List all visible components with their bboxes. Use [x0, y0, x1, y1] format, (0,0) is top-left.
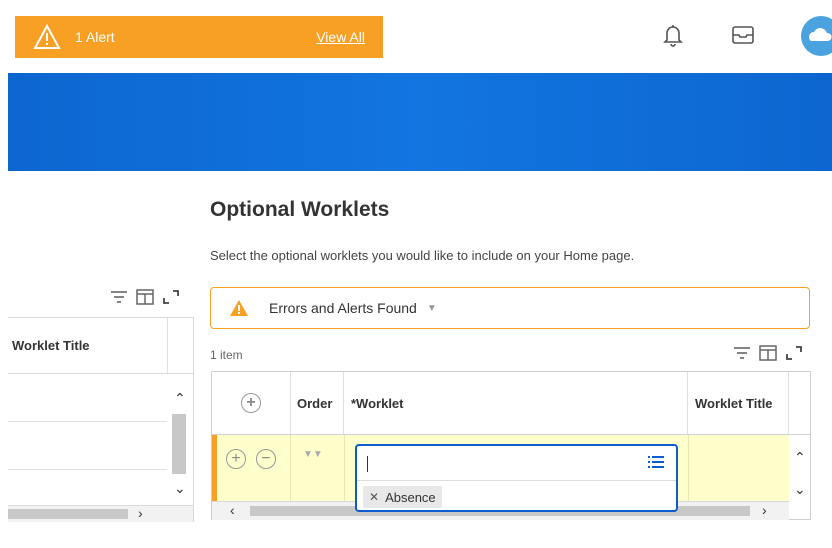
left-table-toolbar	[110, 289, 180, 305]
list-prompt-icon[interactable]	[648, 455, 664, 469]
expand-icon[interactable]	[785, 345, 803, 361]
scroll-up-icon[interactable]: ⌃	[174, 390, 186, 407]
grid-header: + Order *Worklet Worklet Title	[212, 372, 810, 435]
scroll-down-icon[interactable]: ⌄	[794, 481, 806, 498]
worklet-title-cell	[689, 435, 789, 501]
text-cursor	[367, 456, 368, 472]
scroll-thumb[interactable]	[172, 414, 186, 474]
page-title: Optional Worklets	[210, 198, 390, 221]
scroll-up-icon[interactable]: ⌃	[794, 449, 806, 466]
order-header: Order	[291, 372, 344, 434]
remove-row-icon[interactable]: −	[256, 449, 276, 469]
columns-icon[interactable]	[759, 345, 777, 361]
filter-icon[interactable]	[110, 289, 128, 305]
cloud-icon	[809, 28, 832, 41]
worklet-title-column-label: Worklet Title	[695, 395, 773, 411]
left-worklet-table: Worklet Title ⌃ ⌄ ›	[8, 317, 194, 522]
expand-icon[interactable]	[162, 289, 180, 305]
grid-vertical-scrollbar[interactable]: ⌃ ⌄	[790, 435, 810, 519]
remove-chip-icon[interactable]: ✕	[369, 490, 379, 504]
worklet-column-label: *Worklet	[351, 395, 404, 411]
scroll-thumb[interactable]	[8, 509, 128, 519]
selected-worklet-chip: ✕ Absence	[363, 486, 442, 508]
errors-label: Errors and Alerts Found	[269, 300, 417, 316]
order-column-label: Order	[297, 395, 333, 411]
cloud-avatar-icon[interactable]	[801, 16, 832, 56]
chip-label: Absence	[385, 489, 436, 505]
chevron-down-icon: ▼	[426, 302, 437, 314]
items-count: 1 item	[210, 348, 243, 362]
table-row[interactable]	[8, 374, 167, 422]
view-all-link[interactable]: View All	[316, 29, 365, 45]
columns-icon[interactable]	[136, 289, 154, 305]
order-cell: ▼▼	[291, 435, 345, 501]
filter-icon[interactable]	[733, 345, 751, 361]
scroll-right-icon[interactable]: ›	[138, 505, 143, 521]
left-header-cell: Worklet Title	[8, 318, 168, 373]
add-row-icon[interactable]: +	[241, 393, 261, 413]
worklet-title-header: Worklet Title	[12, 338, 90, 353]
scroll-left-icon[interactable]: ‹	[230, 502, 235, 518]
grid-toolbar	[733, 345, 803, 361]
scroll-right-icon[interactable]: ›	[762, 502, 767, 518]
add-row-header-cell: +	[212, 372, 291, 434]
header-banner	[8, 73, 832, 171]
left-horizontal-scrollbar[interactable]: ›	[8, 505, 193, 522]
alert-count-text: 1 Alert	[75, 29, 115, 45]
alert-banner: 1 Alert View All	[15, 16, 383, 58]
left-table-header: Worklet Title	[8, 318, 193, 374]
table-row[interactable]	[8, 422, 167, 470]
worklet-title-header: Worklet Title	[689, 372, 789, 434]
errors-alerts-dropdown[interactable]: Errors and Alerts Found ▼	[210, 287, 810, 329]
row-actions-cell: + −	[212, 435, 291, 501]
worklet-prompt-input[interactable]: ✕ Absence	[355, 444, 678, 512]
page-subtitle: Select the optional worklets you would l…	[210, 248, 635, 263]
order-sort-icon[interactable]: ▼▼	[303, 449, 323, 460]
bell-icon[interactable]	[660, 22, 686, 48]
worklet-header: *Worklet	[345, 372, 688, 434]
input-divider	[357, 480, 676, 481]
scroll-down-icon[interactable]: ⌄	[174, 480, 186, 497]
warning-icon	[33, 24, 61, 49]
warning-icon	[230, 300, 248, 316]
left-vertical-scrollbar[interactable]: ⌃ ⌄	[169, 374, 191, 504]
inbox-icon[interactable]	[730, 22, 756, 48]
add-row-icon[interactable]: +	[226, 449, 246, 469]
